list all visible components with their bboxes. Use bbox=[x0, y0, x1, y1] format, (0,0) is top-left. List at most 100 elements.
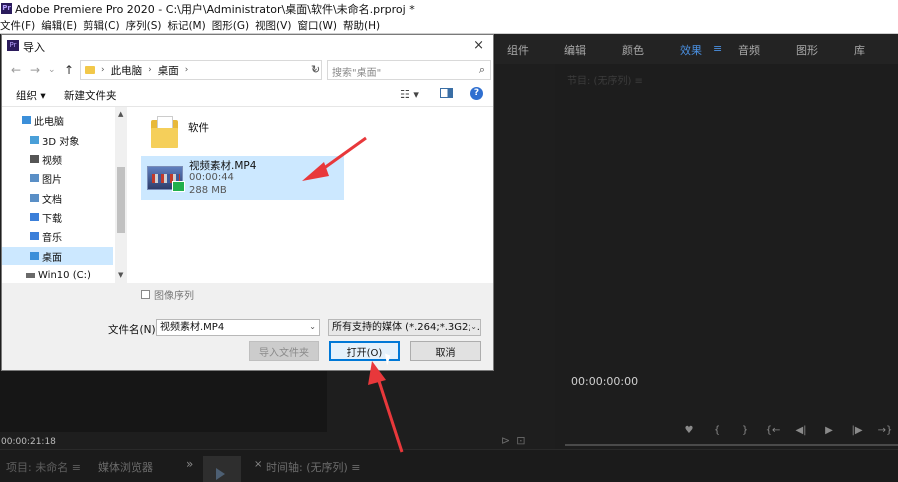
import-folder-button[interactable]: 导入文件夹 bbox=[249, 341, 319, 361]
image-sequence-option[interactable]: 图像序列 bbox=[141, 287, 194, 302]
mark-out-icon[interactable]: } bbox=[731, 425, 759, 436]
mark-in-icon[interactable]: { bbox=[703, 425, 731, 436]
breadcrumb-separator: › bbox=[148, 65, 152, 75]
preview-pane-icon[interactable] bbox=[440, 88, 453, 98]
file-name: 视频素材.MP4 bbox=[189, 160, 257, 172]
image-sequence-checkbox[interactable] bbox=[141, 290, 150, 299]
recent-locations-icon[interactable]: ⌄ bbox=[48, 65, 56, 75]
menu-file[interactable]: 文件(F) bbox=[0, 18, 35, 33]
app-title-bar: Pr Adobe Premiere Pro 2020 - C:\用户\Admin… bbox=[0, 0, 898, 17]
import-dialog: Pr 导入 × ← → ⌄ ↑ › 此电脑 › 桌面 › ⌄ ↻ 搜索"桌面" … bbox=[1, 34, 494, 371]
nav-item-downloads[interactable]: 下载 bbox=[2, 208, 113, 226]
nav-item-videos[interactable]: 视频 bbox=[2, 150, 113, 168]
filename-label: 文件名(N): bbox=[108, 324, 160, 336]
file-item-video[interactable]: 视频素材.MP4 00:00:44 288 MB bbox=[141, 156, 344, 200]
breadcrumb-separator: › bbox=[184, 65, 189, 75]
folder-name[interactable]: 软件 bbox=[188, 120, 209, 135]
menu-window[interactable]: 窗口(W) bbox=[297, 18, 337, 33]
chevron-down-icon[interactable]: ⌄ bbox=[309, 322, 316, 331]
new-folder-button[interactable]: 新建文件夹 bbox=[64, 88, 117, 103]
workspace-tab-effects[interactable]: 效果 bbox=[680, 42, 702, 58]
export-frame-icons[interactable]: ⊳⊡ bbox=[501, 434, 531, 447]
program-timecode[interactable]: 00:00:00:00 bbox=[571, 375, 638, 388]
chevron-down-icon[interactable]: ⌄ bbox=[470, 322, 477, 331]
search-input[interactable]: 搜索"桌面" ⌕ bbox=[327, 60, 491, 80]
tab-project[interactable]: 项目: 未命名 ≡ bbox=[6, 459, 81, 475]
nav-item-label: 文档 bbox=[42, 194, 62, 206]
workspace-tab-assembly[interactable]: 组件 bbox=[507, 42, 529, 58]
program-monitor: 节目: (无序列) ≡ 00:00:00:00 ♥ { } {← ◀| ▶ |▶… bbox=[555, 64, 898, 449]
step-back-icon[interactable]: ◀| bbox=[787, 425, 815, 436]
program-monitor-title[interactable]: 节目: (无序列) ≡ bbox=[567, 72, 643, 87]
workspace-bar: 组件 编辑 颜色 效果 ≡ 音频 图形 库 bbox=[495, 34, 898, 64]
breadcrumb[interactable]: › 此电脑 › 桌面 › ⌄ bbox=[80, 60, 322, 80]
cancel-button[interactable]: 取消 bbox=[410, 341, 481, 361]
breadcrumb-desktop[interactable]: 桌面 bbox=[158, 63, 179, 78]
menu-edit[interactable]: 编辑(E) bbox=[41, 18, 77, 33]
nav-item-c-drive[interactable]: Win10 (C:) bbox=[2, 266, 113, 284]
menu-help[interactable]: 帮助(H) bbox=[343, 18, 380, 33]
scroll-down-icon[interactable]: ▼ bbox=[118, 271, 123, 279]
nav-scrollbar-thumb[interactable] bbox=[117, 167, 125, 233]
help-icon[interactable]: ? bbox=[470, 87, 483, 100]
menu-bar: 文件(F) 编辑(E) 剪辑(C) 序列(S) 标记(M) 图形(G) 视图(V… bbox=[0, 17, 898, 34]
workspace-menu-icon[interactable]: ≡ bbox=[713, 42, 722, 55]
workspace-tab-libraries[interactable]: 库 bbox=[854, 42, 865, 58]
breadcrumb-this-pc[interactable]: 此电脑 bbox=[111, 63, 143, 78]
view-options-icon[interactable]: ☷ ▾ bbox=[400, 88, 419, 101]
menu-marker[interactable]: 标记(M) bbox=[167, 18, 205, 33]
program-scrubber[interactable] bbox=[565, 444, 898, 446]
organize-button[interactable]: 组织 ▾ bbox=[16, 88, 46, 103]
nav-item-label: 3D 对象 bbox=[42, 136, 80, 148]
forward-icon[interactable]: → bbox=[30, 63, 40, 77]
play-badge-icon bbox=[172, 181, 185, 192]
workspace-tab-color[interactable]: 颜色 bbox=[622, 42, 644, 58]
menu-view[interactable]: 视图(V) bbox=[255, 18, 291, 33]
nav-item-this-pc[interactable]: 此电脑 bbox=[2, 111, 113, 129]
nav-item-3d-objects[interactable]: 3D 对象 bbox=[2, 131, 113, 149]
menu-graphics[interactable]: 图形(G) bbox=[212, 18, 249, 33]
menu-sequence[interactable]: 序列(S) bbox=[126, 18, 162, 33]
nav-item-music[interactable]: 音乐 bbox=[2, 227, 113, 245]
refresh-icon[interactable]: ↻ bbox=[311, 63, 320, 76]
scroll-up-icon[interactable]: ▲ bbox=[118, 110, 123, 118]
premiere-dialog-icon: Pr bbox=[7, 40, 19, 51]
nav-item-documents[interactable]: 文档 bbox=[2, 189, 113, 207]
music-folder-icon bbox=[30, 232, 39, 240]
navigation-pane: 此电脑 3D 对象 视频 图片 文档 下载 音乐 桌面 Win10 (C:) ▲… bbox=[2, 107, 127, 283]
filetype-value: 所有支持的媒体 (*.264;*.3G2;*. bbox=[332, 322, 480, 333]
filename-field[interactable]: ⌄ bbox=[156, 319, 320, 336]
dialog-toolbar: 组织 ▾ 新建文件夹 ☷ ▾ ? bbox=[2, 83, 493, 107]
source-timecode[interactable]: 00:00:21:18 bbox=[1, 437, 56, 447]
add-marker-icon[interactable]: ♥ bbox=[675, 425, 703, 436]
dialog-close-icon[interactable]: × bbox=[473, 38, 484, 53]
play-icon[interactable]: ▶ bbox=[815, 425, 843, 436]
tab-media-browser[interactable]: 媒体浏览器 bbox=[98, 459, 153, 475]
go-to-out-icon[interactable]: →} bbox=[871, 425, 898, 436]
selection-tool-button[interactable] bbox=[203, 456, 241, 482]
transport-controls: ♥ { } {← ◀| ▶ |▶ →} bbox=[675, 425, 898, 436]
filetype-select[interactable]: 所有支持的媒体 (*.264;*.3G2;*. ⌄ bbox=[328, 319, 481, 336]
workspace-tab-audio[interactable]: 音频 bbox=[738, 42, 760, 58]
more-panels-icon[interactable]: » bbox=[186, 457, 193, 471]
tab-timeline[interactable]: 时间轴: (无序列) ≡ bbox=[266, 459, 361, 475]
nav-item-label: Win10 (C:) bbox=[38, 269, 91, 281]
timeline-close-icon[interactable]: × bbox=[254, 459, 262, 470]
filename-input[interactable] bbox=[157, 320, 305, 331]
step-forward-icon[interactable]: |▶ bbox=[843, 425, 871, 436]
search-placeholder: 搜索"桌面" bbox=[332, 68, 382, 79]
back-icon[interactable]: ← bbox=[11, 63, 21, 77]
drive-icon bbox=[26, 272, 35, 278]
workspace-tab-graphics[interactable]: 图形 bbox=[796, 42, 818, 58]
menu-clip[interactable]: 剪辑(C) bbox=[83, 18, 120, 33]
video-thumbnail-icon bbox=[147, 166, 185, 192]
computer-icon bbox=[22, 116, 31, 124]
go-to-in-icon[interactable]: {← bbox=[759, 425, 787, 436]
workspace-tab-editing[interactable]: 编辑 bbox=[564, 42, 586, 58]
search-icon: ⌕ bbox=[478, 63, 485, 76]
nav-item-desktop[interactable]: 桌面 bbox=[2, 247, 113, 265]
up-folder-icon[interactable]: ↑ bbox=[64, 63, 74, 77]
folder-icon[interactable] bbox=[151, 116, 178, 148]
nav-item-label: 此电脑 bbox=[34, 116, 64, 128]
nav-item-pictures[interactable]: 图片 bbox=[2, 169, 113, 187]
